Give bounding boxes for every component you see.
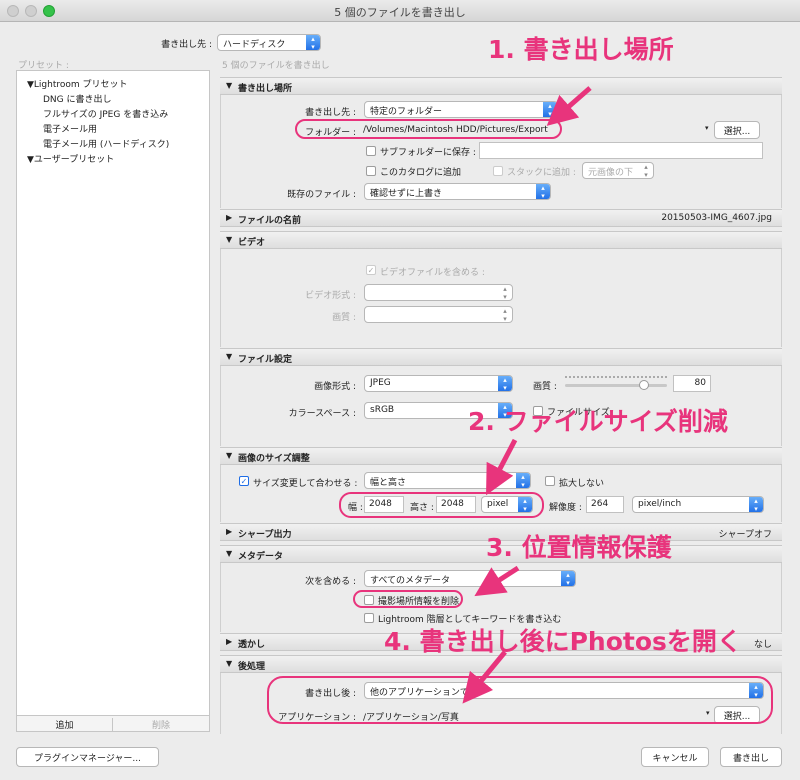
arrow-to-size — [486, 438, 518, 496]
arrow-to-folder — [546, 86, 592, 126]
arrow-to-post — [462, 650, 507, 704]
annotation-arrows — [462, 86, 592, 704]
arrow-to-location — [474, 565, 520, 597]
